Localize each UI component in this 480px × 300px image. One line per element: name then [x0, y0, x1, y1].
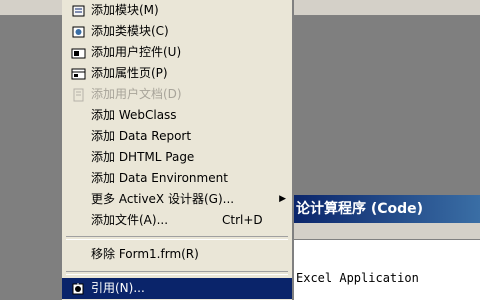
code-window-title: 论计算程序 (Code) — [290, 195, 480, 223]
menu-item-add-data-report[interactable]: 添加 Data Report — [62, 126, 292, 147]
user-document-icon — [70, 87, 86, 102]
menu-item-more-activex-designers[interactable]: 更多 ActiveX 设计器(G)... ▶ — [62, 189, 292, 210]
menu-item-label: 添加文件(A)... — [91, 213, 169, 227]
menu-item-label: 添加属性页(P) — [91, 66, 168, 80]
menu-item-label: 添加 Data Environment — [91, 171, 228, 185]
menu-item-label: 添加类模块(C) — [91, 24, 169, 38]
code-window: 论计算程序 (Code) Excel Application — [290, 195, 480, 300]
menu-item-label: 移除 Form1.frm(R) — [91, 247, 199, 261]
submenu-arrow-icon: ▶ — [279, 194, 286, 204]
menu-separator — [66, 271, 288, 275]
menu-item-label: 添加用户文档(D) — [91, 87, 182, 101]
menu-item-add-dhtml-page[interactable]: 添加 DHTML Page — [62, 147, 292, 168]
menu-item-add-file[interactable]: 添加文件(A)... Ctrl+D — [62, 210, 292, 231]
menu-item-add-property-page[interactable]: 添加属性页(P) — [62, 63, 292, 84]
menu-item-label: 添加 Data Report — [91, 129, 192, 143]
menu-item-add-webclass[interactable]: 添加 WebClass — [62, 105, 292, 126]
code-window-toolbar — [290, 223, 480, 240]
menu-separator — [66, 236, 288, 240]
menu-item-label: 引用(N)... — [91, 281, 145, 295]
menu-item-remove-form1[interactable]: 移除 Form1.frm(R) — [62, 244, 292, 265]
property-page-icon — [70, 66, 86, 81]
project-context-menu: 添加模块(M) 添加类模块(C) 添加用户控件(U) 添加属性页(P) 添加用户… — [62, 0, 294, 300]
class-module-icon — [70, 24, 86, 39]
menu-item-label: 添加 DHTML Page — [91, 150, 195, 164]
references-icon — [70, 281, 86, 296]
menu-item-label: 添加 WebClass — [91, 108, 177, 122]
menu-item-references[interactable]: 引用(N)... — [62, 278, 292, 299]
menu-item-add-data-environment[interactable]: 添加 Data Environment — [62, 168, 292, 189]
menu-item-label: 更多 ActiveX 设计器(G)... — [91, 192, 235, 206]
menu-item-add-class-module[interactable]: 添加类模块(C) — [62, 21, 292, 42]
module-icon — [70, 3, 86, 18]
user-control-icon — [70, 45, 86, 60]
code-line: Excel Application — [296, 271, 419, 285]
menu-item-label: 添加用户控件(U) — [91, 45, 182, 59]
menu-item-add-user-control[interactable]: 添加用户控件(U) — [62, 42, 292, 63]
menu-item-shortcut: Ctrl+D — [222, 213, 263, 227]
menu-item-add-module[interactable]: 添加模块(M) — [62, 0, 292, 21]
menu-item-label: 添加模块(M) — [91, 3, 159, 17]
menu-item-add-user-document: 添加用户文档(D) — [62, 84, 292, 105]
